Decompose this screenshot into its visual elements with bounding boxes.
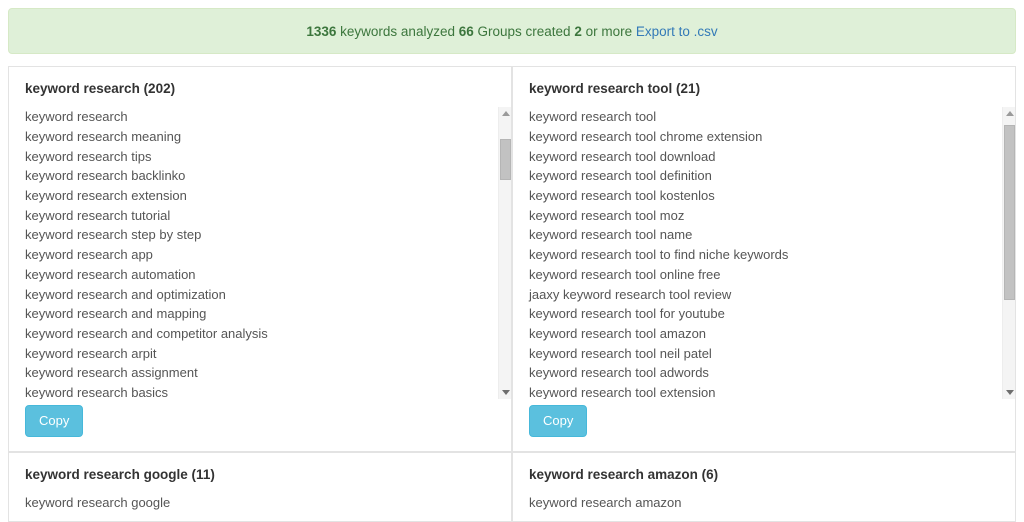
list-item: keyword research amazon xyxy=(529,493,999,513)
list-item: keyword research tool download xyxy=(529,147,999,167)
scroll-up-arrow-icon[interactable] xyxy=(1003,107,1015,120)
list-item: keyword research tool name xyxy=(529,225,999,245)
groups-created-label: Groups created xyxy=(474,24,575,39)
keyword-grouper-page: 1336 keywords analyzed 66 Groups created… xyxy=(0,0,1024,522)
list-item: keyword research tool to find niche keyw… xyxy=(529,245,999,265)
keyword-list[interactable]: keyword research keyword research meanin… xyxy=(9,107,511,399)
list-item: keyword research app xyxy=(25,245,495,265)
group-card: keyword research tool (21) keyword resea… xyxy=(512,66,1016,452)
group-card: keyword research google (11) keyword res… xyxy=(8,452,512,522)
group-title: keyword research google (11) xyxy=(9,453,511,493)
scroll-up-arrow-icon[interactable] xyxy=(499,107,511,120)
keyword-count: 1336 xyxy=(306,24,336,39)
list-item: jaaxy keyword research tool review xyxy=(529,285,999,305)
list-item: keyword research tool xyxy=(529,107,999,127)
list-item: keyword research and optimization xyxy=(25,285,495,305)
list-scrollbar[interactable] xyxy=(498,107,511,399)
group-title: keyword research (202) xyxy=(9,67,511,107)
list-item: keyword research extension xyxy=(25,186,495,206)
keyword-list[interactable]: keyword research amazon xyxy=(513,493,1015,519)
list-item: keyword research meaning xyxy=(25,127,495,147)
list-item: keyword research tutorial xyxy=(25,206,495,226)
list-scrollbar[interactable] xyxy=(1002,107,1015,399)
keywords-analyzed-label: keywords analyzed xyxy=(336,24,458,39)
list-item: keyword research tool definition xyxy=(529,166,999,186)
list-item: keyword research backlinko xyxy=(25,166,495,186)
list-item: keyword research xyxy=(25,107,495,127)
group-count: 66 xyxy=(459,24,474,39)
list-item: keyword research automation xyxy=(25,265,495,285)
keyword-list[interactable]: keyword research tool keyword research t… xyxy=(513,107,1015,399)
or-more-label: or more xyxy=(582,24,636,39)
group-card: keyword research amazon (6) keyword rese… xyxy=(512,452,1016,522)
keyword-list[interactable]: keyword research google xyxy=(9,493,511,519)
list-item: keyword research tool neil patel xyxy=(529,344,999,364)
list-item: keyword research tips xyxy=(25,147,495,167)
summary-alert: 1336 keywords analyzed 66 Groups created… xyxy=(8,8,1016,54)
list-item: keyword research tool for youtube xyxy=(529,304,999,324)
scrollbar-thumb[interactable] xyxy=(1004,125,1015,300)
list-item: keyword research tool online free xyxy=(529,265,999,285)
list-item: keyword research tool moz xyxy=(529,206,999,226)
list-item: keyword research assignment xyxy=(25,363,495,383)
export-csv-link[interactable]: Export to .csv xyxy=(636,24,718,39)
list-item: keyword research and mapping xyxy=(25,304,495,324)
list-item: keyword research tool amazon xyxy=(529,324,999,344)
list-item: keyword research tool chrome extension xyxy=(529,127,999,147)
min-group-size: 2 xyxy=(574,24,582,39)
card-footer: Copy xyxy=(9,393,511,451)
copy-button[interactable]: Copy xyxy=(529,405,587,437)
list-item: keyword research step by step xyxy=(25,225,495,245)
group-title: keyword research tool (21) xyxy=(513,67,1015,107)
list-item: keyword research arpit xyxy=(25,344,495,364)
list-item: keyword research tool kostenlos xyxy=(529,186,999,206)
card-footer: Copy xyxy=(513,393,1015,451)
list-item: keyword research google xyxy=(25,493,495,513)
list-item: keyword research tool adwords xyxy=(529,363,999,383)
list-item: keyword research and competitor analysis xyxy=(25,324,495,344)
group-card: keyword research (202) keyword research … xyxy=(8,66,512,452)
copy-button[interactable]: Copy xyxy=(25,405,83,437)
group-grid: keyword research (202) keyword research … xyxy=(8,66,1016,522)
group-title: keyword research amazon (6) xyxy=(513,453,1015,493)
scrollbar-thumb[interactable] xyxy=(500,139,511,180)
